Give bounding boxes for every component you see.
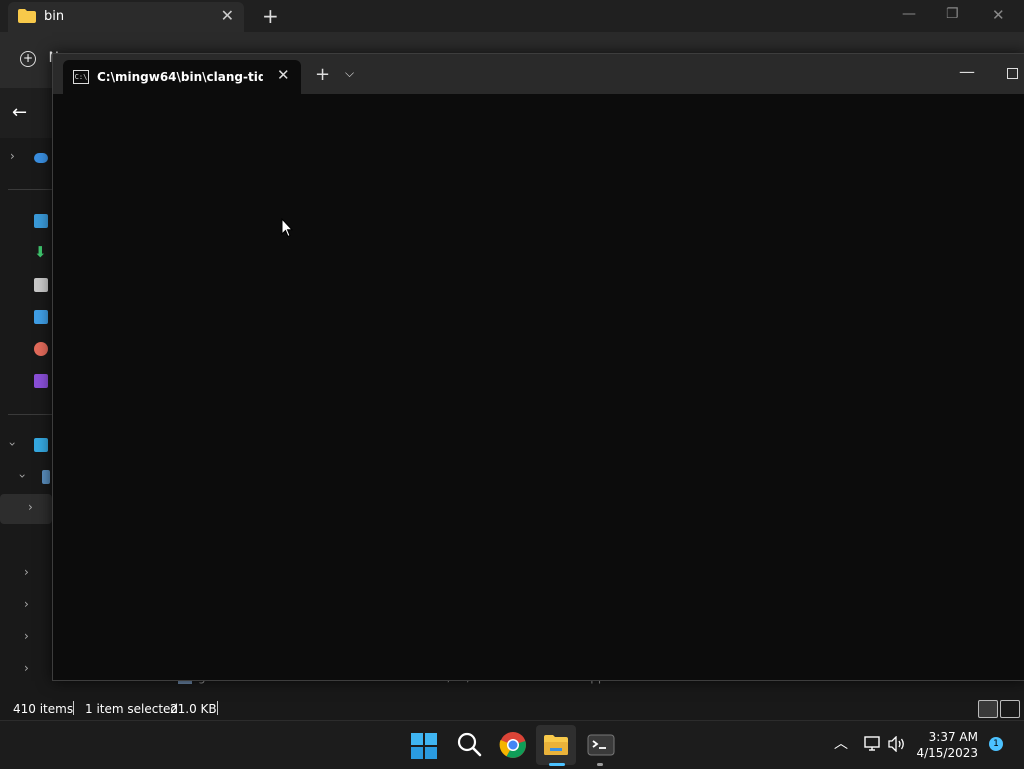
chevron-down-icon[interactable]: › [5,442,19,447]
chrome-icon[interactable] [499,731,527,759]
minimize-icon[interactable]: — [959,62,975,81]
explorer-tab[interactable]: bin ✕ [8,2,244,32]
sidebar-item-videos[interactable] [0,368,52,396]
explorer-tab-title: bin [44,9,65,24]
desktop-icon [34,214,48,228]
chevron-right-icon[interactable]: › [24,661,29,675]
command-prompt-icon: C:\ [73,70,89,84]
clock-date: 4/15/2023 [916,746,978,760]
sidebar-divider [8,189,52,190]
volume-icon[interactable] [888,736,906,752]
chevron-down-icon[interactable]: › [15,474,29,479]
new-tab-icon[interactable]: + [315,64,330,85]
chevron-right-icon[interactable]: › [24,597,29,611]
terminal-tab[interactable]: C:\ C:\mingw64\bin\clang-tidy.exe ✕ [63,60,301,94]
sidebar-item-documents[interactable] [0,272,52,300]
sidebar-item-folder[interactable]: › [0,592,52,620]
pictures-icon [34,310,48,324]
new-tab-icon[interactable]: + [262,4,279,28]
sidebar-item-folder[interactable]: › [0,656,52,684]
close-tab-icon[interactable]: ✕ [221,6,234,25]
start-icon[interactable] [411,733,437,759]
terminal-window: C:\ C:\mingw64\bin\clang-tidy.exe ✕ + ⌵ … [52,53,1024,681]
sidebar-item-desktop[interactable] [0,208,52,236]
navigation-pane: › ⬇ › › › › › › [0,138,52,698]
clock-time: 3:37 AM [928,730,978,744]
music-icon [34,342,48,356]
sidebar-item-drive[interactable]: › [0,464,52,492]
video-icon [34,374,48,388]
sidebar-item-folder[interactable]: › [0,560,52,588]
terminal-output[interactable] [53,94,1024,680]
details-view-icon[interactable] [978,700,998,718]
terminal-titlebar: C:\ C:\mingw64\bin\clang-tidy.exe ✕ + ⌵ … [53,54,1024,94]
sidebar-item-music[interactable] [0,336,52,364]
system-clock[interactable]: 3:37 AM 4/15/2023 [916,729,978,761]
close-window-icon[interactable]: ✕ [992,6,1005,24]
plus-circle-icon: + [20,51,36,67]
sidebar-item-this-pc[interactable]: › [0,432,52,460]
chevron-right-icon[interactable]: › [24,565,29,579]
explorer-titlebar: bin ✕ + — ❐ ✕ [0,0,1024,32]
status-separator [73,701,74,715]
running-app-indicator [597,763,603,766]
sidebar-item-selected[interactable]: › [0,494,52,524]
document-icon [34,278,48,292]
computer-icon [34,438,48,452]
items-count: 410 items [13,702,74,716]
search-icon[interactable] [456,731,484,759]
sidebar-item-folder[interactable]: › [0,624,52,652]
folder-icon [18,9,36,23]
file-explorer-icon[interactable] [542,731,570,759]
drive-icon [42,470,50,484]
chevron-up-icon[interactable]: ︿ [834,733,848,753]
status-separator [217,701,218,715]
mouse-cursor-icon [281,218,293,238]
chevron-right-icon[interactable]: › [28,500,33,514]
close-tab-icon[interactable]: ✕ [277,66,290,84]
maximize-icon[interactable] [1007,68,1018,79]
tiles-view-icon[interactable] [1000,700,1020,718]
sidebar-item-pictures[interactable] [0,304,52,332]
sidebar-item-downloads[interactable]: ⬇ [0,240,52,268]
status-bar: 410 items 1 item selected 21.0 KB [0,698,1024,720]
selection-status: 1 item selected [85,702,179,716]
sidebar-divider [8,414,52,415]
back-arrow-icon[interactable]: ← [12,102,27,123]
selection-size: 21.0 KB [170,702,217,716]
restore-icon[interactable]: ❐ [946,6,959,22]
chevron-right-icon[interactable]: › [10,149,15,163]
active-app-indicator [549,763,565,766]
chevron-down-icon[interactable]: ⌵ [345,66,354,81]
network-icon[interactable] [864,736,882,752]
notification-badge[interactable]: 1 [989,737,1003,751]
download-icon: ⬇ [34,243,47,261]
chevron-right-icon[interactable]: › [24,629,29,643]
cloud-icon [34,153,48,163]
minimize-icon[interactable]: — [902,6,916,22]
taskbar: ︿ 3:37 AM 4/15/2023 [0,720,1024,769]
sidebar-item-onedrive[interactable]: › [0,144,52,172]
terminal-icon[interactable] [587,731,615,759]
terminal-tab-title: C:\mingw64\bin\clang-tidy.exe [97,70,263,84]
